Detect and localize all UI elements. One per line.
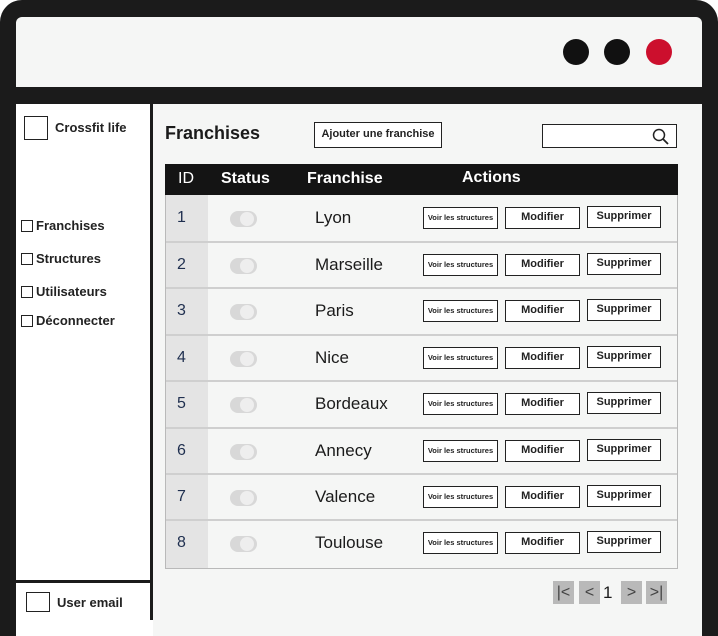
view-structures-button[interactable]: Voir les structures <box>423 300 498 323</box>
row-divider <box>166 519 677 521</box>
row-id: 1 <box>177 209 186 227</box>
edit-button[interactable]: Modifier <box>505 532 580 555</box>
sidebar-footer-divider <box>16 580 150 583</box>
app-window: Crossfit life Franchises Structures Util… <box>0 0 718 636</box>
title-bar <box>16 17 702 87</box>
row-id: 6 <box>177 442 186 460</box>
row-id: 5 <box>177 395 186 413</box>
franchise-name: Toulouse <box>315 533 384 553</box>
window-frame-left <box>0 80 16 636</box>
window-frame-right <box>702 80 718 636</box>
row-id: 2 <box>177 256 186 274</box>
status-toggle[interactable] <box>230 444 257 461</box>
checkbox-icon <box>21 314 33 327</box>
status-toggle[interactable] <box>230 351 257 368</box>
status-toggle[interactable] <box>230 304 257 321</box>
checkbox-icon <box>21 219 33 232</box>
sidebar-item-label: Franchises <box>36 218 105 233</box>
sidebar-item-utilisateurs[interactable]: Utilisateurs <box>21 284 107 299</box>
view-structures-button[interactable]: Voir les structures <box>423 347 498 370</box>
status-toggle[interactable] <box>230 490 257 507</box>
row-id: 7 <box>177 488 186 506</box>
status-toggle[interactable] <box>230 536 257 553</box>
delete-button[interactable]: Supprimer <box>587 485 661 508</box>
edit-button[interactable]: Modifier <box>505 207 580 230</box>
row-divider <box>166 380 677 382</box>
view-structures-button[interactable]: Voir les structures <box>423 486 498 509</box>
sidebar-item-label: Déconnecter <box>36 313 115 328</box>
sidebar-item-label: Utilisateurs <box>36 284 107 299</box>
delete-button[interactable]: Supprimer <box>587 439 661 462</box>
search-input[interactable] <box>542 124 677 148</box>
edit-button[interactable]: Modifier <box>505 486 580 509</box>
row-id: 3 <box>177 302 186 320</box>
franchise-name: Lyon <box>315 208 352 228</box>
next-page-icon[interactable]: > <box>621 581 642 604</box>
add-franchise-button[interactable]: Ajouter une franchise <box>314 122 442 148</box>
current-page-number[interactable]: 1 <box>603 583 612 603</box>
row-id: 8 <box>177 534 186 552</box>
view-structures-button[interactable]: Voir les structures <box>423 440 498 463</box>
window-dot-2[interactable] <box>604 39 630 65</box>
view-structures-button[interactable]: Voir les structures <box>423 254 498 277</box>
user-avatar[interactable] <box>26 592 50 612</box>
delete-button[interactable]: Supprimer <box>587 206 661 229</box>
row-divider <box>166 287 677 289</box>
prev-page-icon[interactable]: < <box>579 581 600 604</box>
header-actions: Actions <box>462 169 521 186</box>
user-email[interactable]: User email <box>57 595 123 610</box>
edit-button[interactable]: Modifier <box>505 300 580 323</box>
row-divider <box>166 473 677 475</box>
header-status: Status <box>221 170 270 187</box>
first-page-icon[interactable]: |< <box>553 581 574 604</box>
window-close-dot[interactable] <box>646 39 672 65</box>
view-structures-button[interactable]: Voir les structures <box>423 393 498 416</box>
franchise-name: Annecy <box>315 441 372 461</box>
view-structures-button[interactable]: Voir les structures <box>423 207 498 230</box>
sidebar-item-structures[interactable]: Structures <box>21 251 101 266</box>
status-toggle[interactable] <box>230 258 257 275</box>
status-toggle[interactable] <box>230 397 257 414</box>
edit-button[interactable]: Modifier <box>505 347 580 370</box>
search-icon[interactable] <box>652 128 670 146</box>
franchise-name: Nice <box>315 348 350 368</box>
edit-button[interactable]: Modifier <box>505 440 580 463</box>
edit-button[interactable]: Modifier <box>505 254 580 277</box>
row-divider <box>166 334 677 336</box>
row-divider <box>166 427 677 429</box>
page-title: Franchises <box>165 123 261 143</box>
sidebar <box>16 104 150 620</box>
status-toggle[interactable] <box>230 211 257 228</box>
app-title: Crossfit life <box>55 120 127 135</box>
franchise-name: Valence <box>315 487 376 507</box>
delete-button[interactable]: Supprimer <box>587 392 661 415</box>
app-logo <box>24 116 48 140</box>
franchise-name: Bordeaux <box>315 394 388 414</box>
sidebar-item-label: Structures <box>36 251 102 266</box>
delete-button[interactable]: Supprimer <box>587 299 661 322</box>
franchise-name: Marseille <box>315 255 384 275</box>
delete-button[interactable]: Supprimer <box>587 531 661 554</box>
header-franchise: Franchise <box>307 170 383 187</box>
header-id: ID <box>178 170 194 187</box>
view-structures-button[interactable]: Voir les structures <box>423 532 498 555</box>
row-divider <box>166 241 677 243</box>
franchise-name: Paris <box>315 301 354 321</box>
checkbox-icon <box>21 285 33 298</box>
delete-button[interactable]: Supprimer <box>587 346 661 369</box>
sidebar-item-deconnecter[interactable]: Déconnecter <box>21 313 115 328</box>
row-id: 4 <box>177 349 186 367</box>
last-page-icon[interactable]: >| <box>646 581 667 604</box>
edit-button[interactable]: Modifier <box>505 393 580 416</box>
window-dot-1[interactable] <box>563 39 589 65</box>
checkbox-icon <box>21 252 33 265</box>
delete-button[interactable]: Supprimer <box>587 253 661 276</box>
sidebar-item-franchises[interactable]: Franchises <box>21 218 105 233</box>
